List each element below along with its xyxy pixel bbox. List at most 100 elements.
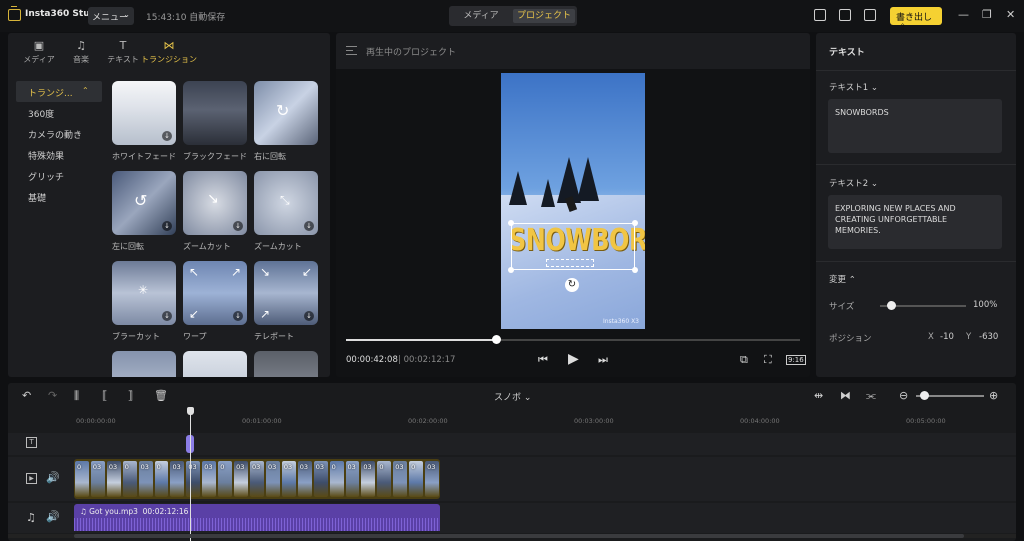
video-clip[interactable]: 03: [361, 461, 376, 497]
video-clip[interactable]: 03: [202, 461, 217, 497]
menu-button[interactable]: メニュー ⌄: [88, 7, 134, 25]
category-transition[interactable]: トランジ... ⌃: [16, 81, 102, 102]
audio-volume-icon[interactable]: 🔊: [46, 510, 60, 523]
aspect-ratio-button[interactable]: 9:16: [786, 355, 806, 365]
video-clip[interactable]: 0: [122, 461, 137, 497]
keyboard-icon[interactable]: [814, 9, 826, 21]
zoom-in-icon[interactable]: ⊕: [989, 389, 998, 402]
video-clip[interactable]: 0: [377, 461, 392, 497]
transition-thumb-rotate-left[interactable]: ↺ ↓: [112, 171, 176, 235]
text1-label[interactable]: テキスト1 ⌄: [829, 81, 878, 93]
tab-transition[interactable]: ⋈ トランジション: [138, 39, 200, 65]
link-icon[interactable]: ⧓: [840, 389, 851, 402]
download-icon[interactable]: ↓: [233, 221, 243, 231]
magnet-icon[interactable]: ⫘: [866, 389, 876, 403]
previous-frame-icon[interactable]: ⏮: [538, 353, 548, 367]
pos-y-value[interactable]: -630: [979, 332, 998, 342]
audio-clip[interactable]: ♫ Got you.mp3 00:02:12:16: [74, 504, 440, 531]
book-icon[interactable]: [839, 9, 851, 21]
resize-handle[interactable]: [632, 267, 638, 273]
pos-x-value[interactable]: -10: [940, 332, 954, 342]
video-clip[interactable]: 0: [218, 461, 233, 497]
video-clip[interactable]: 0: [409, 461, 424, 497]
download-icon[interactable]: ↓: [162, 221, 172, 231]
video-clip[interactable]: 03: [90, 461, 105, 497]
download-icon[interactable]: ↓: [304, 311, 314, 321]
video-clip[interactable]: 0: [75, 461, 89, 497]
transition-thumb-white-fade[interactable]: ↓: [112, 81, 176, 145]
list-icon[interactable]: [346, 46, 357, 55]
video-clip[interactable]: 03: [234, 461, 249, 497]
split-icon[interactable]: ⫼: [74, 389, 79, 403]
video-volume-icon[interactable]: 🔊: [46, 471, 60, 484]
video-clip[interactable]: 0: [329, 461, 344, 497]
transform-section-header[interactable]: 変更 ⌃: [829, 273, 856, 285]
fullscreen-icon[interactable]: ⛶: [764, 353, 772, 367]
category-special-effects[interactable]: 特殊効果: [16, 144, 102, 165]
video-clip[interactable]: 03: [313, 461, 328, 497]
mode-tab-project[interactable]: プロジェクト: [513, 9, 575, 23]
playback-progress[interactable]: [346, 335, 800, 344]
download-icon[interactable]: ↓: [233, 311, 243, 321]
zoom-slider-knob[interactable]: [920, 391, 929, 400]
transition-thumb-warp[interactable]: ↖ ↗ ↙ ↓: [183, 261, 247, 325]
trim-right-icon[interactable]: ⟧: [128, 389, 133, 402]
next-frame-icon[interactable]: ⏭: [598, 353, 608, 367]
redo-icon[interactable]: ↷: [48, 389, 57, 402]
video-clip[interactable]: 03: [106, 461, 121, 497]
transition-thumb-blur-cut[interactable]: ✳ ↓: [112, 261, 176, 325]
video-clip[interactable]: 03: [186, 461, 201, 497]
download-icon[interactable]: ↓: [304, 221, 314, 231]
text2-label[interactable]: テキスト2 ⌄: [829, 177, 878, 189]
text1-input[interactable]: SNOWBORDS: [828, 99, 1002, 153]
video-preview[interactable]: SNOWBORDS ↻ Insta360 X3: [501, 73, 645, 329]
video-clip[interactable]: 03: [170, 461, 185, 497]
resize-handle[interactable]: [508, 267, 514, 273]
video-clip[interactable]: 03: [425, 461, 439, 497]
screenshot-icon[interactable]: ⧉: [740, 353, 748, 367]
video-clip[interactable]: 0: [154, 461, 169, 497]
transition-thumb-black-fade[interactable]: [183, 81, 247, 145]
subtitle-placeholder[interactable]: [546, 259, 594, 267]
video-clip[interactable]: 03: [345, 461, 360, 497]
video-clip[interactable]: 03: [297, 461, 312, 497]
video-clip[interactable]: 03: [250, 461, 264, 497]
transition-thumb[interactable]: [112, 351, 176, 377]
trim-left-icon[interactable]: ⟦: [102, 389, 107, 402]
download-icon[interactable]: ↓: [162, 131, 172, 141]
close-icon[interactable]: ✕: [1006, 8, 1015, 21]
zoom-out-icon[interactable]: ⊖: [899, 389, 908, 402]
project-name-dropdown[interactable]: スノボ ⌄: [494, 390, 531, 403]
minimize-icon[interactable]: —: [958, 8, 969, 21]
snap-icon[interactable]: ⇹: [814, 389, 823, 402]
rotate-handle-icon[interactable]: ↻: [565, 278, 579, 292]
delete-icon[interactable]: 🗑: [154, 389, 168, 402]
export-button[interactable]: 書き出し ⇪: [890, 7, 942, 33]
category-basic[interactable]: 基礎: [16, 186, 102, 207]
video-clip-strip[interactable]: 0 03 03 0 03 0 03 03 03 0 03 03 03 03 03 03 0 03 03 0 03 0 03: [74, 459, 440, 499]
download-icon[interactable]: ↓: [162, 311, 172, 321]
transition-thumb[interactable]: [254, 351, 318, 377]
transition-thumb-rotate-right[interactable]: ↻: [254, 81, 318, 145]
transition-thumb-teleport[interactable]: ↘ ↙ ↗ ↓: [254, 261, 318, 325]
video-clip[interactable]: 03: [265, 461, 280, 497]
video-clip[interactable]: 03: [138, 461, 153, 497]
text2-input[interactable]: EXPLORING NEW PLACES AND CREATING UNFORG…: [828, 195, 1002, 249]
transition-thumb[interactable]: [183, 351, 247, 377]
category-glitch[interactable]: グリッチ: [16, 165, 102, 186]
size-slider-knob[interactable]: [887, 301, 896, 310]
feedback-icon[interactable]: [864, 9, 876, 21]
category-camera-motion[interactable]: カメラの動き: [16, 123, 102, 144]
playhead-handle[interactable]: [187, 407, 194, 415]
maximize-icon[interactable]: ❐: [982, 8, 992, 21]
progress-knob[interactable]: [491, 335, 501, 344]
undo-icon[interactable]: ↶: [22, 389, 31, 402]
video-clip[interactable]: 03: [281, 461, 296, 497]
timeline-scrollbar-thumb[interactable]: [74, 534, 964, 538]
video-clip[interactable]: 03: [393, 461, 408, 497]
resize-handle[interactable]: [508, 220, 514, 226]
transition-thumb-zoom-cut-2[interactable]: ⤡ ↓: [254, 171, 318, 235]
mode-tab-media[interactable]: メディア: [451, 9, 511, 23]
transition-thumb-zoom-cut-1[interactable]: ↘ ↓: [183, 171, 247, 235]
category-360[interactable]: 360度: [16, 102, 102, 123]
